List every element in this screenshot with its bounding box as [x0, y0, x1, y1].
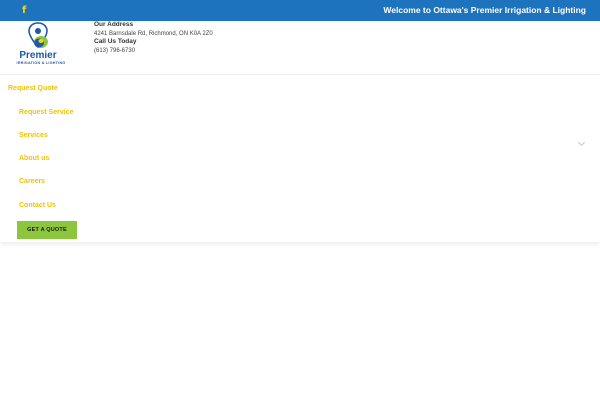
- nav-item-request-quote[interactable]: Request Quote: [8, 84, 58, 93]
- welcome-message: Welcome to Ottawa's Premier Irrigation &…: [383, 5, 586, 15]
- nav-item-request-service[interactable]: Request Service: [19, 108, 73, 117]
- nav-menu: Request Quote Request Service Services A…: [0, 76, 600, 242]
- facebook-icon[interactable]: f: [22, 5, 30, 16]
- nav-item-services[interactable]: Services: [19, 131, 48, 140]
- site-header: Premier IRRIGATION & LIGHTING Our Addres…: [0, 21, 600, 75]
- nav-item-contact-us[interactable]: Contact Us: [19, 201, 56, 210]
- premier-logo[interactable]: Premier IRRIGATION & LIGHTING: [8, 21, 70, 69]
- address-text: 4241 Barnsdale Rd, Richmond, ON K0A 2Z0: [94, 30, 213, 37]
- nav-item-about-us[interactable]: About us: [19, 154, 49, 163]
- nav-item-careers[interactable]: Careers: [19, 177, 45, 186]
- phone-label: Call Us Today: [94, 38, 137, 45]
- logo-name: Premier: [19, 50, 57, 61]
- contact-info: Our Address 4241 Barnsdale Rd, Richmond,…: [94, 21, 264, 55]
- get-a-quote-button[interactable]: GET A QUOTE: [17, 221, 77, 239]
- logo-tagline: IRRIGATION & LIGHTING: [16, 61, 66, 65]
- chevron-down-icon[interactable]: [577, 138, 586, 147]
- top-bar: f Welcome to Ottawa's Premier Irrigation…: [0, 0, 600, 21]
- address-label: Our Address: [94, 21, 134, 28]
- phone-number[interactable]: (613) 796-6730: [94, 47, 264, 56]
